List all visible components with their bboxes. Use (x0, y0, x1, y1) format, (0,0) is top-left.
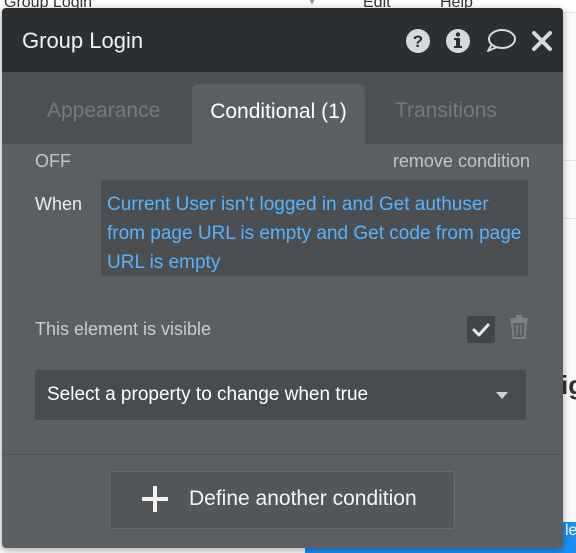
trash-icon[interactable] (509, 315, 529, 339)
background-text: ig (561, 370, 576, 400)
panel-header: Group Login ? (2, 8, 563, 72)
conditional-panel: Group Login ? Appearance Conditional (1)… (2, 8, 563, 548)
background-blue-text: le (565, 522, 576, 539)
property-select-value: Select a property to change when true (47, 384, 369, 405)
define-another-condition-label: Define another condition (189, 487, 417, 510)
condition-expression-text: Current User isn't logged in and Get aut… (107, 194, 522, 273)
svg-text:?: ? (413, 32, 423, 51)
visibility-checkbox[interactable] (467, 316, 495, 343)
condition-expression-field[interactable]: Current User isn't logged in and Get aut… (101, 180, 528, 276)
tab-conditional-label: Conditional (1) (210, 100, 347, 123)
condition-status-toggle[interactable]: OFF (35, 151, 71, 172)
visibility-label: This element is visible (35, 319, 212, 339)
property-select-dropdown[interactable]: Select a property to change when true (35, 370, 526, 420)
tab-conditional[interactable]: Conditional (1) (192, 84, 365, 144)
close-icon[interactable] (529, 28, 555, 54)
speech-bubble-icon[interactable] (485, 28, 517, 54)
checkmark-icon (472, 323, 490, 336)
info-circle-icon[interactable] (445, 28, 471, 54)
question-circle-icon[interactable]: ? (405, 28, 431, 54)
condition-editor: OFF remove condition When Current User i… (2, 144, 563, 454)
plus-icon (142, 486, 168, 512)
tab-transitions[interactable]: Transitions (395, 99, 497, 123)
panel-title: Group Login (22, 28, 144, 53)
panel-tabs: Appearance Conditional (1) Transitions (2, 72, 563, 144)
remove-condition-link[interactable]: remove condition (393, 151, 530, 172)
when-label: When (35, 194, 83, 214)
panel-divider (2, 454, 563, 455)
define-another-condition-button[interactable]: Define another condition (109, 471, 455, 529)
tab-appearance[interactable]: Appearance (47, 99, 160, 123)
caret-down-icon (496, 392, 508, 399)
chevron-down-icon: ▾ (309, 0, 316, 8)
